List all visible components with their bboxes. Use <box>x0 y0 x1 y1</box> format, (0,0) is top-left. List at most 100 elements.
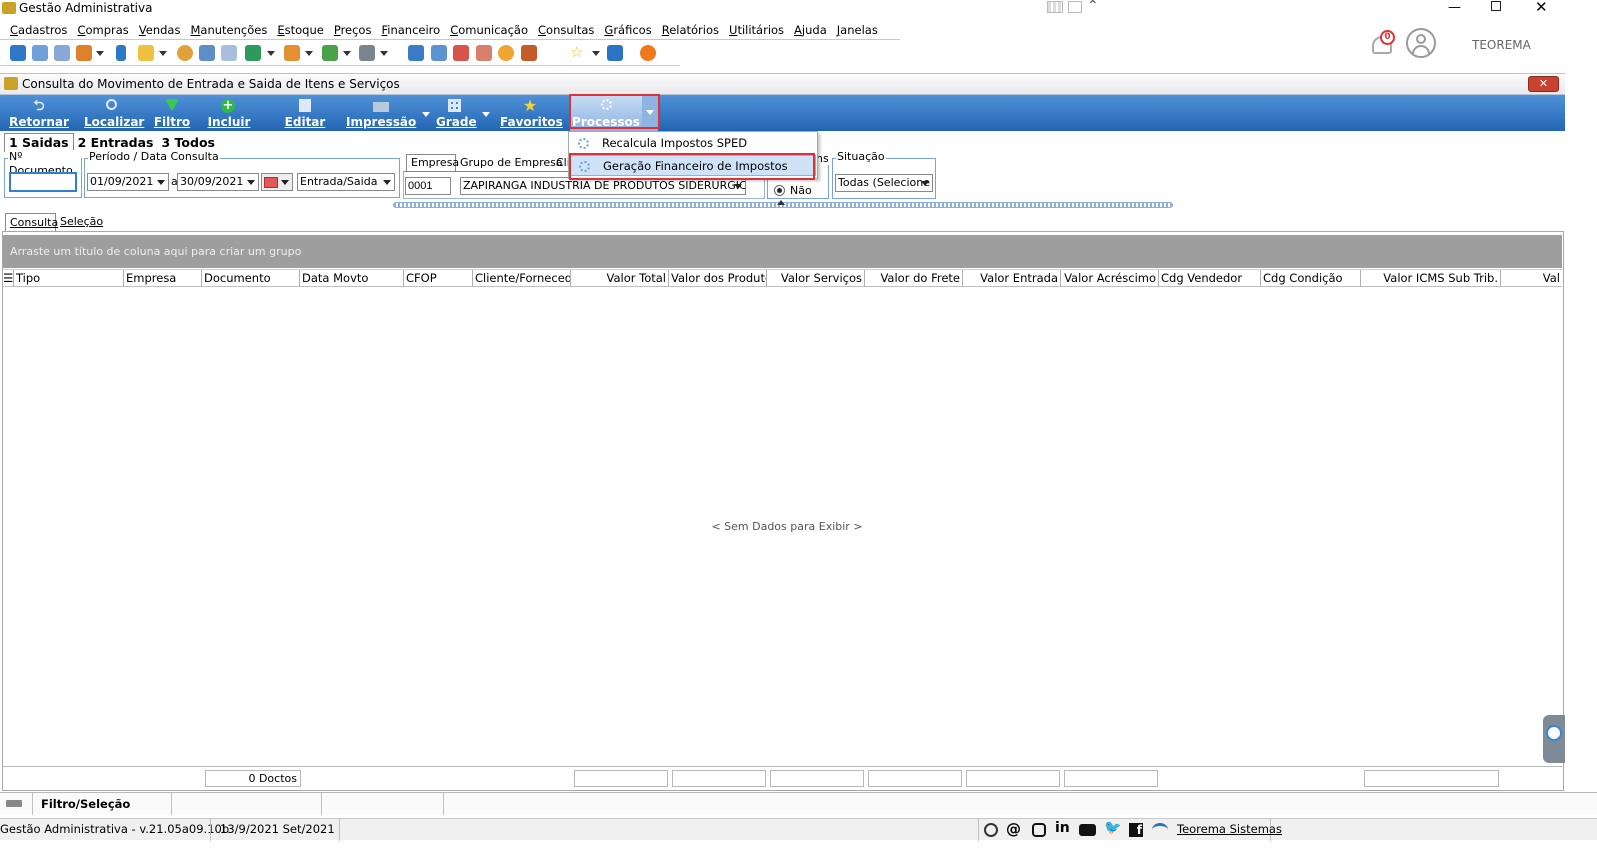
tab-grupo-empresa[interactable]: Grupo de Empresa <box>460 155 563 171</box>
col-data-movto[interactable]: Data Movto <box>300 270 404 287</box>
instagram-icon[interactable] <box>1032 823 1046 837</box>
table-icon[interactable] <box>221 45 237 61</box>
report-icon[interactable] <box>521 45 537 61</box>
col-documento[interactable]: Documento <box>202 270 300 287</box>
col-valor-produtos[interactable]: Valor dos Produtos <box>669 270 767 287</box>
editar-button[interactable]: Editar <box>282 95 328 131</box>
situacao-select[interactable]: Todas (Selecione <box>835 174 933 192</box>
favoritos-button[interactable]: ★ Favoritos <box>500 95 563 131</box>
col-valor-acrescimo[interactable]: Valor Acréscimo <box>1061 270 1159 287</box>
grade-button[interactable]: Grade <box>436 95 477 131</box>
power-icon[interactable] <box>640 45 656 61</box>
money-icon[interactable] <box>199 45 215 61</box>
window-close-button[interactable]: ✕ <box>1528 76 1559 92</box>
chevron-down-icon[interactable] <box>157 180 165 185</box>
date-from-input[interactable]: 01/09/2021 <box>87 173 169 191</box>
grade-dropdown-icon[interactable] <box>482 112 490 117</box>
menu-manutencoes[interactable]: Manutenções <box>185 20 272 40</box>
col-val[interactable]: Val <box>1501 270 1562 287</box>
box-icon[interactable] <box>284 45 300 61</box>
col-valor-icms-sub-trib[interactable]: Valor ICMS Sub Trib. <box>1361 270 1501 287</box>
youtube-icon[interactable] <box>1079 824 1096 836</box>
calculator-icon[interactable] <box>431 45 447 61</box>
menu-comunicacao[interactable]: Comunicação <box>445 20 533 40</box>
list-icon[interactable] <box>76 45 92 61</box>
printer-icon[interactable] <box>359 45 375 61</box>
retornar-button[interactable]: ⮌ Retornar <box>8 95 70 131</box>
cash-icon[interactable] <box>322 45 338 61</box>
chevron-down-icon[interactable] <box>921 181 929 186</box>
menu-graficos[interactable]: Gráficos <box>599 20 656 40</box>
close-icon[interactable]: ✕ <box>1535 0 1548 16</box>
menu-compras[interactable]: Compras <box>72 20 133 40</box>
card-icon[interactable] <box>54 45 70 61</box>
menu-consultas[interactable]: Consultas <box>533 20 599 40</box>
notification-bell-icon[interactable]: 0 <box>1370 30 1395 56</box>
tab-empresa[interactable]: Empresa <box>406 154 459 171</box>
cart-dropdown-icon[interactable] <box>267 51 275 56</box>
col-cfop[interactable]: CFOP <box>404 270 473 287</box>
col-tipo[interactable]: Tipo <box>14 270 124 287</box>
calendar-button[interactable] <box>261 173 293 191</box>
incluir-button[interactable]: + Incluir <box>206 95 252 131</box>
menu-estoque[interactable]: Estoque <box>272 20 328 40</box>
empresa-code-input[interactable] <box>405 177 451 195</box>
grid-view-icon[interactable] <box>1047 1 1063 13</box>
calendar2-icon[interactable] <box>476 45 492 61</box>
localizar-button[interactable]: Localizar <box>84 95 144 131</box>
tipo-select[interactable]: Entrada/Saida <box>297 173 395 191</box>
side-tab-handle[interactable] <box>1543 715 1565 763</box>
menu-ajuda[interactable]: Ajuda <box>789 20 832 40</box>
col-valor-entrada[interactable]: Valor Entrada <box>963 270 1061 287</box>
ndoc-input[interactable] <box>9 172 77 192</box>
email-icon[interactable]: @ <box>1006 820 1021 838</box>
maximize-icon[interactable] <box>1491 1 1501 11</box>
info-icon[interactable] <box>607 45 623 61</box>
impressao-dropdown-icon[interactable] <box>422 112 430 117</box>
clients-icon[interactable] <box>10 45 26 61</box>
splitter-collapse-icon[interactable] <box>777 200 785 205</box>
cart-icon[interactable] <box>245 45 261 61</box>
menu-janelas[interactable]: Janelas <box>832 20 883 40</box>
col-empresa[interactable]: Empresa <box>124 270 202 287</box>
star-icon[interactable]: ☆ <box>570 45 586 61</box>
list-dropdown-icon[interactable] <box>96 51 104 56</box>
clock-icon[interactable] <box>498 45 514 61</box>
tab-selecao[interactable]: Seleção <box>60 213 103 231</box>
filtro-button[interactable]: Filtro <box>152 95 192 131</box>
support-icon[interactable] <box>984 823 998 837</box>
twitter-icon[interactable]: 🐦 <box>1104 820 1121 836</box>
screen-icon[interactable] <box>408 45 424 61</box>
phone-icon[interactable] <box>116 45 126 61</box>
folder-icon[interactable] <box>138 45 154 61</box>
menu-relatorios[interactable]: Relatórios <box>657 20 724 40</box>
tab-consulta[interactable]: Consulta <box>5 213 58 231</box>
group-by-bar[interactable]: Arraste um título de coluna aqui para cr… <box>3 235 1562 268</box>
col-valor-total[interactable]: Valor Total <box>571 270 669 287</box>
menu-item-recalcula-impostos[interactable]: Recalcula Impostos SPED <box>570 133 816 154</box>
col-valor-servicos[interactable]: Valor Serviços <box>767 270 865 287</box>
col-cdg-vendedor[interactable]: Cdg Vendedor <box>1159 270 1261 287</box>
restore-small-icon[interactable] <box>1068 1 1082 13</box>
collapse-icon[interactable]: ⌃ <box>1087 0 1099 14</box>
date-to-input[interactable]: 30/09/2021 <box>177 173 259 191</box>
nao-radio[interactable] <box>774 185 785 196</box>
col-valor-frete[interactable]: Valor do Frete <box>865 270 963 287</box>
impressao-button[interactable]: Impressão <box>346 95 416 131</box>
folder-dropdown-icon[interactable] <box>159 51 167 56</box>
column-chooser-icon[interactable]: ☰ <box>3 270 14 287</box>
chevron-down-icon[interactable] <box>383 180 391 185</box>
chevron-down-icon[interactable] <box>734 184 742 189</box>
star-dropdown-icon[interactable] <box>592 51 600 56</box>
printer-dropdown-icon[interactable] <box>380 51 388 56</box>
person-icon[interactable] <box>177 45 193 61</box>
menu-financeiro[interactable]: Financeiro <box>376 20 445 40</box>
facebook-icon[interactable]: f <box>1129 823 1143 837</box>
col-cliente-fornecedor[interactable]: Cliente/Fornecedor <box>473 270 571 287</box>
cash-dropdown-icon[interactable] <box>343 51 351 56</box>
menu-vendas[interactable]: Vendas <box>134 20 186 40</box>
col-cdg-condicao[interactable]: Cdg Condição <box>1261 270 1361 287</box>
menu-utilitarios[interactable]: Utilitários <box>724 20 789 40</box>
user-avatar-icon[interactable] <box>1406 28 1436 58</box>
menu-precos[interactable]: Preços <box>329 20 377 40</box>
